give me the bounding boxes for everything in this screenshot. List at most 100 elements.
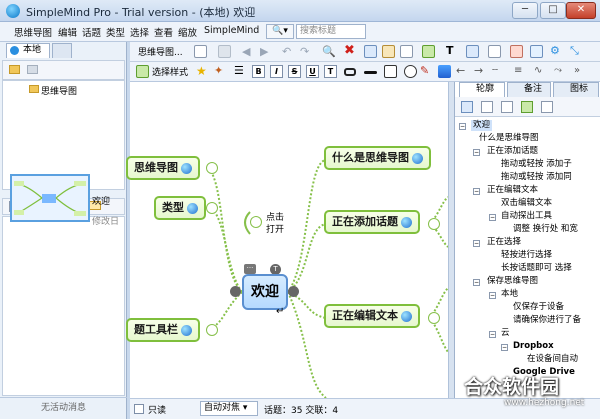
- underline-button[interactable]: U: [306, 65, 319, 78]
- menu-simplemind[interactable]: SimpleMind: [204, 25, 259, 36]
- expand-ring[interactable]: [206, 324, 218, 336]
- clipboard-icon[interactable]: [400, 45, 413, 58]
- text-tool-icon[interactable]: T: [446, 45, 459, 58]
- tab-icons[interactable]: 图标: [553, 82, 599, 97]
- outline-item[interactable]: Dropbox: [513, 341, 554, 352]
- share-icon[interactable]: ⚙: [550, 45, 563, 58]
- tab-local[interactable]: 本地: [6, 43, 50, 58]
- dash-icon[interactable]: ┄: [492, 65, 505, 78]
- star-icon[interactable]: ★: [196, 65, 209, 78]
- outline-item[interactable]: 仅保存于设备: [513, 302, 564, 313]
- menu-zoom[interactable]: 缩放: [178, 25, 197, 39]
- redo-icon[interactable]: ↷: [300, 45, 313, 58]
- node-what-is-mindmap[interactable]: 什么是思维导图: [324, 146, 431, 170]
- image-icon[interactable]: [422, 45, 435, 58]
- line-weight-icon[interactable]: [364, 71, 377, 74]
- outline-item[interactable]: 调整 换行处 和宽: [513, 224, 578, 235]
- node-editing-text[interactable]: 正在编辑文本: [324, 304, 420, 328]
- copy-icon[interactable]: [364, 45, 377, 58]
- italic-button[interactable]: I: [270, 65, 283, 78]
- close-button[interactable]: ✕: [566, 2, 596, 19]
- folder-remove-icon[interactable]: [27, 65, 38, 74]
- pen-color-icon[interactable]: ✎: [420, 65, 433, 78]
- color-icon[interactable]: [438, 65, 451, 78]
- outline-item[interactable]: 正在添加话题: [487, 146, 538, 157]
- outline-item[interactable]: 欢迎: [471, 120, 493, 131]
- strike-button[interactable]: S: [288, 65, 301, 78]
- readonly-checkbox[interactable]: [134, 404, 144, 414]
- paste-icon[interactable]: [382, 45, 395, 58]
- line-style-icon[interactable]: ≡: [514, 65, 527, 78]
- tab-outline[interactable]: 轮廓: [459, 82, 505, 97]
- menu-style[interactable]: 类型: [106, 25, 125, 39]
- outline-item[interactable]: 正在编辑文本: [487, 185, 538, 196]
- outline-item[interactable]: 在设备间自动: [527, 354, 578, 365]
- shape-icon[interactable]: [404, 65, 417, 78]
- more-icon[interactable]: »: [574, 65, 587, 78]
- layout-icon[interactable]: [466, 45, 479, 58]
- more-options-icon[interactable]: ···: [244, 264, 256, 274]
- tree-item-mindmaps[interactable]: 思维导图: [41, 84, 77, 97]
- node-left-bottom[interactable]: 题工具栏: [126, 318, 200, 342]
- expand-ring[interactable]: [206, 202, 218, 214]
- zoom-icon[interactable]: 🔍: [322, 45, 336, 58]
- collapse-icon[interactable]: −: [489, 214, 496, 221]
- right-add-handle-icon[interactable]: [288, 286, 299, 297]
- callout-ring[interactable]: [250, 216, 262, 228]
- outline-item[interactable]: 请确保你进行了备: [513, 315, 581, 326]
- resize-handle-icon[interactable]: ↵: [276, 306, 284, 317]
- search-input[interactable]: 搜索标题: [296, 24, 366, 39]
- search-icon[interactable]: 🔍▾: [266, 24, 294, 39]
- bold-button[interactable]: B: [252, 65, 265, 78]
- delete-icon[interactable]: ✖: [344, 44, 357, 58]
- new-icon[interactable]: [194, 45, 207, 58]
- map-thumbnail[interactable]: [10, 174, 90, 222]
- collapse-icon[interactable]: −: [489, 331, 496, 338]
- folder-add-icon[interactable]: [9, 65, 20, 74]
- menu-select[interactable]: 选择: [130, 25, 149, 39]
- mindmap-canvas[interactable]: 思维导图 类型 题工具栏 什么是思维导图 正在添加话题 正在编辑文本 点击 打开…: [126, 82, 448, 398]
- menu-view[interactable]: 查看: [154, 25, 173, 39]
- forward-icon[interactable]: ▶: [260, 45, 273, 58]
- checkbox-icon[interactable]: [488, 45, 501, 58]
- maximize-button[interactable]: □: [540, 2, 566, 19]
- outline-item[interactable]: 正在选择: [487, 237, 521, 248]
- align-icon[interactable]: ☰: [234, 65, 247, 78]
- mindmap-dropdown[interactable]: 思维导图...: [138, 45, 183, 58]
- undo-icon[interactable]: ↶: [282, 45, 295, 58]
- outline-item[interactable]: 云: [501, 328, 510, 339]
- tab-notes[interactable]: 备注: [507, 82, 551, 97]
- style-icon[interactable]: [510, 45, 523, 58]
- collapse-icon[interactable]: −: [473, 188, 480, 195]
- outline-item[interactable]: 拖动或轻按 添加子: [501, 159, 572, 170]
- collapse-icon[interactable]: −: [473, 240, 480, 247]
- outline-filter-icon[interactable]: [541, 101, 553, 113]
- connector-icon[interactable]: ⤳: [554, 65, 567, 78]
- outline-item[interactable]: 什么是思维导图: [479, 133, 539, 144]
- outline-item[interactable]: 长按话题即可 选择: [501, 263, 572, 274]
- border-icon[interactable]: [344, 68, 356, 76]
- outline-item[interactable]: 自动探出工具: [501, 211, 552, 222]
- menu-mindmap[interactable]: 思维导图: [14, 25, 52, 39]
- collapse-icon[interactable]: −: [489, 292, 496, 299]
- curve-icon[interactable]: ∿: [534, 65, 547, 78]
- outline-item[interactable]: 保存思维导图: [487, 276, 538, 287]
- home-icon[interactable]: [52, 43, 72, 58]
- select-style-button[interactable]: 选择样式: [152, 65, 188, 78]
- node-type[interactable]: 类型: [154, 196, 206, 220]
- expand-ring[interactable]: [428, 312, 440, 324]
- present-icon[interactable]: [530, 45, 543, 58]
- collapse-icon[interactable]: −: [459, 123, 466, 130]
- expand-ring[interactable]: [206, 162, 218, 174]
- outline-item[interactable]: 轻按进行选择: [501, 250, 552, 261]
- menu-edit[interactable]: 编辑: [58, 25, 77, 39]
- outline-check-icon[interactable]: [521, 101, 533, 113]
- minimize-button[interactable]: ─: [512, 2, 538, 19]
- auto-focus-select[interactable]: 自动对焦 ▾: [200, 401, 258, 416]
- left-add-handle-icon[interactable]: [230, 286, 241, 297]
- collapse-icon[interactable]: −: [473, 279, 480, 286]
- fill-icon[interactable]: [384, 65, 397, 78]
- outline-view-icon[interactable]: [461, 101, 473, 113]
- arrow-right-icon[interactable]: →: [474, 65, 487, 78]
- arrow-left-icon[interactable]: ←: [456, 65, 469, 78]
